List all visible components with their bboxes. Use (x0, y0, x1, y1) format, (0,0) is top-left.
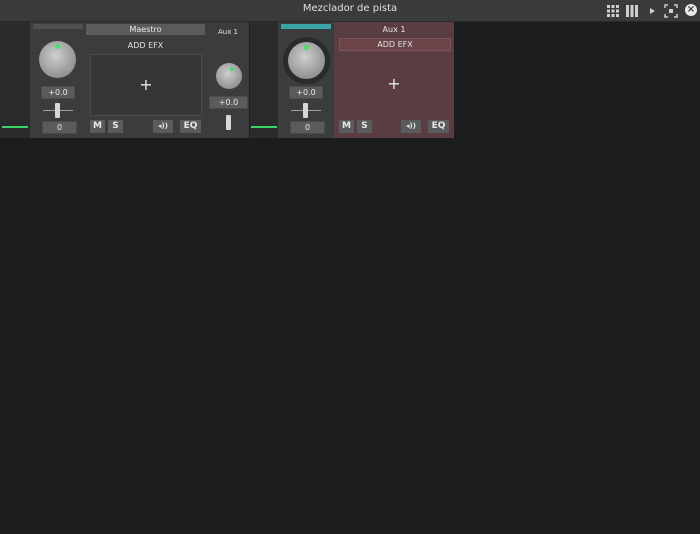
aux-send-value[interactable]: +0.0 (209, 96, 248, 109)
aux1-meter-level (251, 126, 277, 128)
master-name[interactable]: Maestro (86, 24, 205, 35)
aux1-volume-value[interactable]: 0 (290, 121, 325, 134)
master-meter-level (2, 126, 28, 128)
aux-send-knob[interactable] (216, 63, 242, 89)
aux-send-fader-handle[interactable] (226, 115, 231, 130)
master-meter (0, 22, 30, 138)
plus-icon: + (387, 74, 401, 93)
aux1-solo-button[interactable]: S (357, 120, 372, 133)
aux1-meter (250, 22, 278, 138)
master-solo-button[interactable]: S (108, 120, 123, 133)
grid-icon[interactable] (606, 4, 620, 18)
plus-icon: + (139, 75, 153, 94)
master-pan-value[interactable]: +0.0 (41, 86, 75, 99)
master-efx-slot[interactable]: + (90, 54, 202, 116)
master-volume-value[interactable]: 0 (42, 121, 77, 134)
aux1-add-efx[interactable]: ADD EFX (339, 38, 451, 51)
aux1-fader-handle[interactable] (303, 103, 308, 118)
aux1-pan-value[interactable]: +0.0 (289, 86, 323, 99)
title-bar: Mezclador de pista × (0, 0, 700, 22)
knob-indicator-dot (230, 67, 234, 71)
master-fader-handle[interactable] (55, 103, 60, 118)
aux1-name[interactable]: Aux 1 (336, 24, 452, 35)
columns-icon[interactable] (625, 4, 639, 18)
aux1-eq-button[interactable]: EQ (428, 120, 449, 133)
aux1-pan-knob[interactable] (288, 42, 325, 79)
knob-indicator-dot (304, 45, 309, 50)
master-eq-button[interactable]: EQ (180, 120, 201, 133)
aux1-color-bar (281, 24, 331, 29)
master-color-bar (33, 24, 83, 29)
master-add-efx[interactable]: ADD EFX (86, 40, 205, 51)
close-icon[interactable]: × (685, 4, 697, 16)
play-icon[interactable] (645, 4, 659, 18)
master-pan-knob[interactable] (39, 41, 76, 78)
fit-icon[interactable] (664, 4, 678, 18)
knob-indicator-dot (55, 44, 60, 49)
master-mute-button[interactable]: M (90, 120, 105, 133)
window-title: Mezclador de pista (302, 3, 398, 14)
aux1-mute-button[interactable]: M (339, 120, 354, 133)
phase-icon[interactable]: ◂)) (153, 120, 173, 133)
aux-send-label: Aux 1 (217, 28, 239, 36)
phase-icon[interactable]: ◂)) (401, 120, 421, 133)
aux1-efx-slot[interactable]: + (338, 54, 450, 114)
